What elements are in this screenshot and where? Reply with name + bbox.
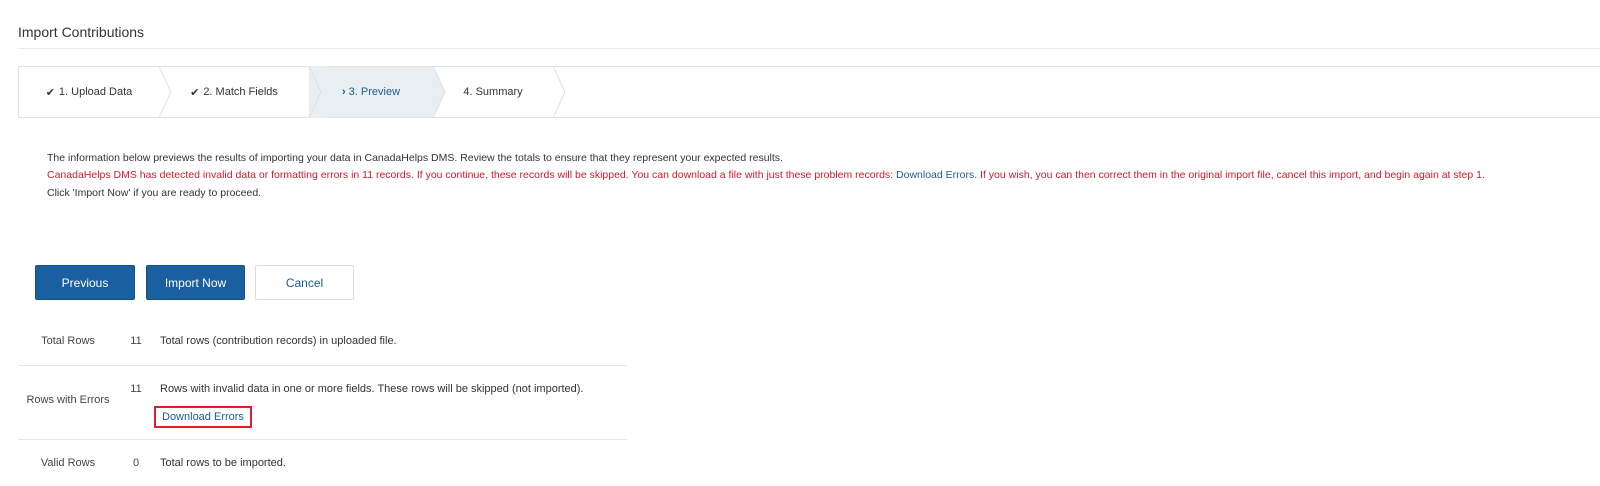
import-summary-table: Total Rows 11 Total rows (contribution r… [18, 318, 627, 480]
title-divider [18, 48, 1600, 49]
info-line: The information below previews the resul… [47, 152, 783, 164]
table-row: Valid Rows 0 Total rows to be imported. [18, 440, 627, 480]
import-now-button[interactable]: Import Now [146, 265, 245, 300]
wizard-step-summary[interactable]: 4. Summary [433, 67, 553, 117]
wizard-step-label: 3. Preview [348, 86, 401, 98]
table-row: Total Rows 11 Total rows (contribution r… [18, 318, 627, 366]
wizard-step-label: 1. Upload Data [58, 86, 133, 98]
info-line: Click 'Import Now' if you are ready to p… [47, 187, 262, 199]
row-label: Rows with Errors [26, 394, 110, 406]
row-count: 11 [130, 383, 142, 395]
chevron-right-icon: › [341, 86, 346, 98]
step-separator [309, 66, 329, 118]
wizard-step-label: 2. Match Fields [203, 86, 278, 98]
previous-button[interactable]: Previous [35, 265, 135, 300]
row-description: Total rows to be imported. [160, 457, 286, 469]
page-title: Import Contributions [18, 24, 145, 40]
error-warning-suffix: . If you wish, you can then correct them… [974, 169, 1485, 181]
download-errors-link[interactable]: Download Errors [154, 406, 252, 428]
row-count: 11 [130, 335, 142, 347]
download-errors-inline-link[interactable]: Download Errors [896, 169, 974, 181]
row-count: 0 [132, 457, 140, 469]
step-separator [553, 66, 573, 118]
wizard-step-upload-data[interactable]: ✔ 1. Upload Data [19, 67, 159, 117]
check-icon: ✔ [45, 86, 55, 99]
import-wizard-steps: ✔ 1. Upload Data ✔ 2. Match Fields › 3. … [18, 66, 1600, 118]
error-warning-prefix: CanadaHelps DMS has detected invalid dat… [47, 169, 897, 181]
row-description: Total rows (contribution records) in upl… [160, 335, 397, 347]
row-label: Valid Rows [40, 457, 96, 469]
wizard-step-label: 4. Summary [463, 86, 523, 98]
check-icon: ✔ [190, 86, 200, 99]
row-description: Rows with invalid data in one or more fi… [160, 383, 584, 395]
error-warning-text: CanadaHelps DMS has detected invalid dat… [47, 167, 1540, 184]
cancel-button[interactable]: Cancel [255, 265, 354, 300]
row-label: Total Rows [41, 335, 95, 347]
wizard-step-match-fields[interactable]: ✔ 2. Match Fields [159, 67, 309, 117]
preview-info-text: The information below previews the resul… [47, 150, 1540, 202]
table-row: Rows with Errors 11 Rows with invalid da… [18, 366, 627, 440]
